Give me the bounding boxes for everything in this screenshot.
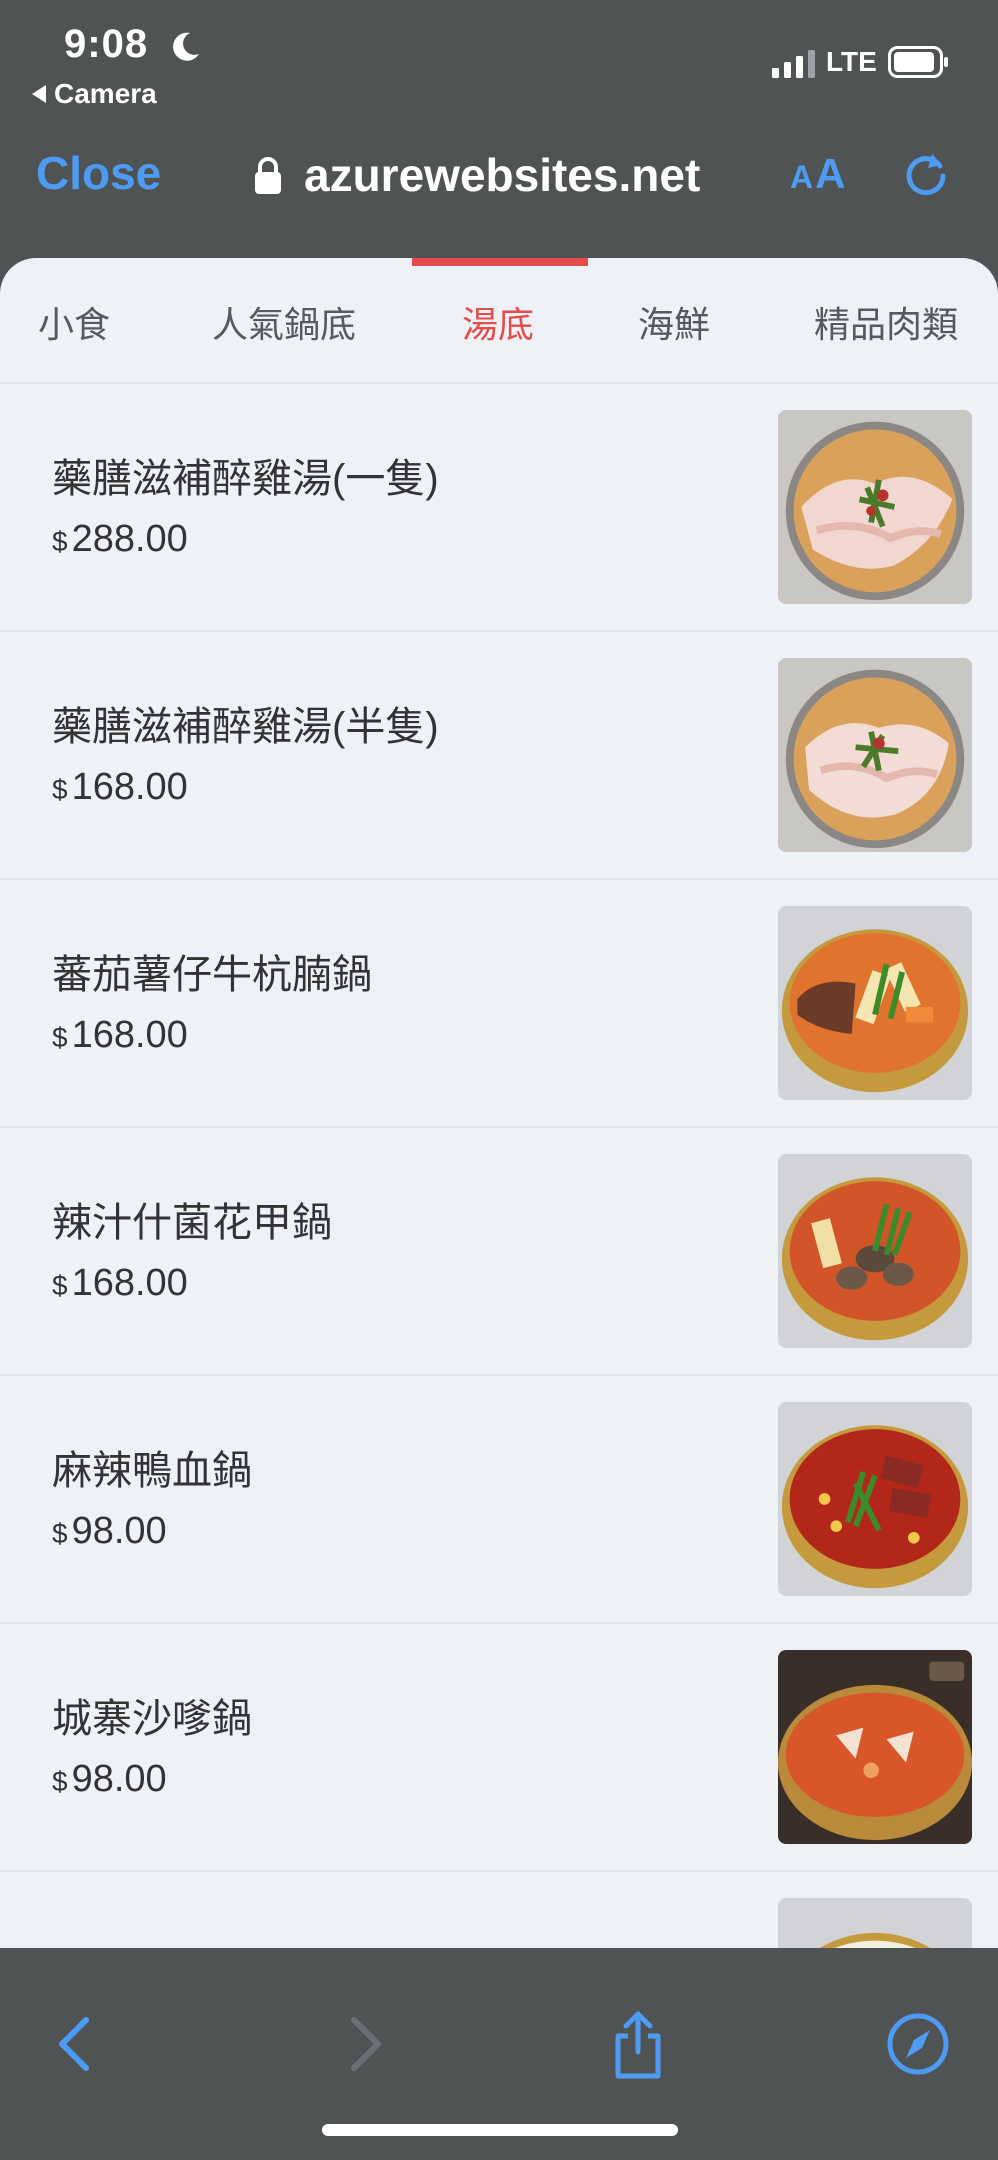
forward-arrow-icon[interactable]	[334, 2008, 394, 2080]
item-name: 辣汁什菌花甲鍋	[52, 1201, 332, 1245]
aa-large-label: A	[815, 150, 848, 197]
item-name: 藥膳滋補醉雞湯(一隻)	[52, 457, 439, 501]
item-photo[interactable]	[778, 658, 972, 852]
chicken-soup-half-photo	[778, 658, 972, 852]
menu-item[interactable]: 麻辣鴨血鍋 $98.00	[0, 1376, 998, 1624]
aa-small-label: A	[790, 159, 816, 195]
reader-text-size-button[interactable]: AA	[790, 150, 847, 198]
tab-soup-base[interactable]: 湯底	[462, 296, 534, 348]
item-price: $168.00	[52, 1014, 188, 1057]
item-name: 藥膳滋補醉雞湯(半隻)	[52, 705, 439, 749]
menu-item[interactable]: 藥膳滋補醉雞湯(半隻) $168.00	[0, 632, 998, 880]
reload-icon[interactable]	[900, 148, 952, 200]
item-photo[interactable]	[778, 1650, 972, 1844]
item-photo[interactable]	[778, 1898, 972, 1948]
item-price: $288.00	[52, 518, 188, 561]
price-value: 98.00	[71, 1758, 167, 1800]
price-value: 168.00	[71, 766, 188, 808]
web-page: 小食 人氣鍋底 湯底 海鮮 精品肉類 藥膳滋補醉雞湯(一隻) $288.00 藥…	[0, 258, 998, 1948]
currency-symbol: $	[52, 1518, 68, 1549]
item-photo[interactable]	[778, 1154, 972, 1348]
menu-item-partial[interactable]	[0, 1872, 998, 1948]
currency-symbol: $	[52, 1270, 68, 1301]
address-bar[interactable]: azurewebsites.net	[254, 148, 700, 202]
battery-icon	[888, 46, 948, 78]
item-name: 麻辣鴨血鍋	[52, 1449, 252, 1493]
item-price: $168.00	[52, 766, 188, 809]
tab-popular-soup-base[interactable]: 人氣鍋底	[212, 296, 356, 348]
item-photo[interactable]	[778, 1402, 972, 1596]
currency-symbol: $	[52, 774, 68, 805]
category-tabs: 小食 人氣鍋底 湯底 海鮮 精品肉類	[0, 258, 998, 384]
back-triangle-icon	[32, 85, 46, 103]
tab-seafood[interactable]: 海鮮	[638, 296, 710, 348]
compass-icon[interactable]	[886, 2008, 950, 2080]
signal-icon	[772, 50, 815, 78]
menu-list: 藥膳滋補醉雞湯(一隻) $288.00 藥膳滋補醉雞湯(半隻) $ 168.00…	[0, 384, 998, 1948]
currency-symbol: $	[52, 1766, 68, 1797]
network-label: LTE	[826, 46, 877, 77]
item-price: $168.00	[52, 1262, 188, 1305]
close-button[interactable]: Close	[36, 146, 161, 200]
item-price: $98.00	[52, 1510, 167, 1553]
tomato-beef-pot-photo	[778, 906, 972, 1100]
chicken-soup-photo	[778, 410, 972, 604]
white-soup-pot-photo	[778, 1898, 972, 1948]
tab-snacks[interactable]: 小食	[38, 296, 110, 348]
tab-premium-meat[interactable]: 精品肉類	[814, 296, 958, 348]
share-icon[interactable]	[608, 2008, 668, 2080]
price-value: 288.00	[71, 518, 188, 560]
item-photo[interactable]	[778, 410, 972, 604]
item-name: 城寨沙嗲鍋	[52, 1697, 252, 1741]
menu-item[interactable]: 辣汁什菌花甲鍋 $168.00	[0, 1128, 998, 1376]
back-arrow-icon[interactable]	[46, 2008, 106, 2080]
currency-symbol: $	[52, 1022, 68, 1053]
item-name: 蕃茄薯仔牛杭腩鍋	[52, 953, 372, 997]
item-price: $98.00	[52, 1758, 167, 1801]
moon-icon	[173, 32, 199, 61]
mushroom-clam-pot-photo	[778, 1154, 972, 1348]
status-time: 9:08	[64, 22, 149, 66]
url-text: azurewebsites.net	[304, 149, 701, 201]
menu-item[interactable]: 藥膳滋補醉雞湯(一隻) $288.00	[0, 384, 998, 632]
price-value: 168.00	[71, 1262, 188, 1304]
menu-item[interactable]: 蕃茄薯仔牛杭腩鍋 $168.00	[0, 880, 998, 1128]
item-photo[interactable]	[778, 906, 972, 1100]
home-indicator[interactable]	[322, 2124, 678, 2136]
satay-pot-photo	[778, 1650, 972, 1844]
price-value: 168.00	[71, 1014, 188, 1056]
spicy-duck-blood-pot-photo	[778, 1402, 972, 1596]
browser-top-chrome: 9:08 Camera LTE Close azurewebsites.net …	[0, 0, 998, 248]
back-app-label: Camera	[54, 78, 157, 109]
menu-item[interactable]: 城寨沙嗲鍋 $98.00	[0, 1624, 998, 1872]
active-tab-indicator	[412, 258, 588, 266]
currency-symbol: $	[52, 526, 68, 557]
back-to-app-link[interactable]: Camera	[32, 78, 157, 110]
lock-icon	[255, 157, 281, 194]
price-value: 98.00	[71, 1510, 167, 1552]
